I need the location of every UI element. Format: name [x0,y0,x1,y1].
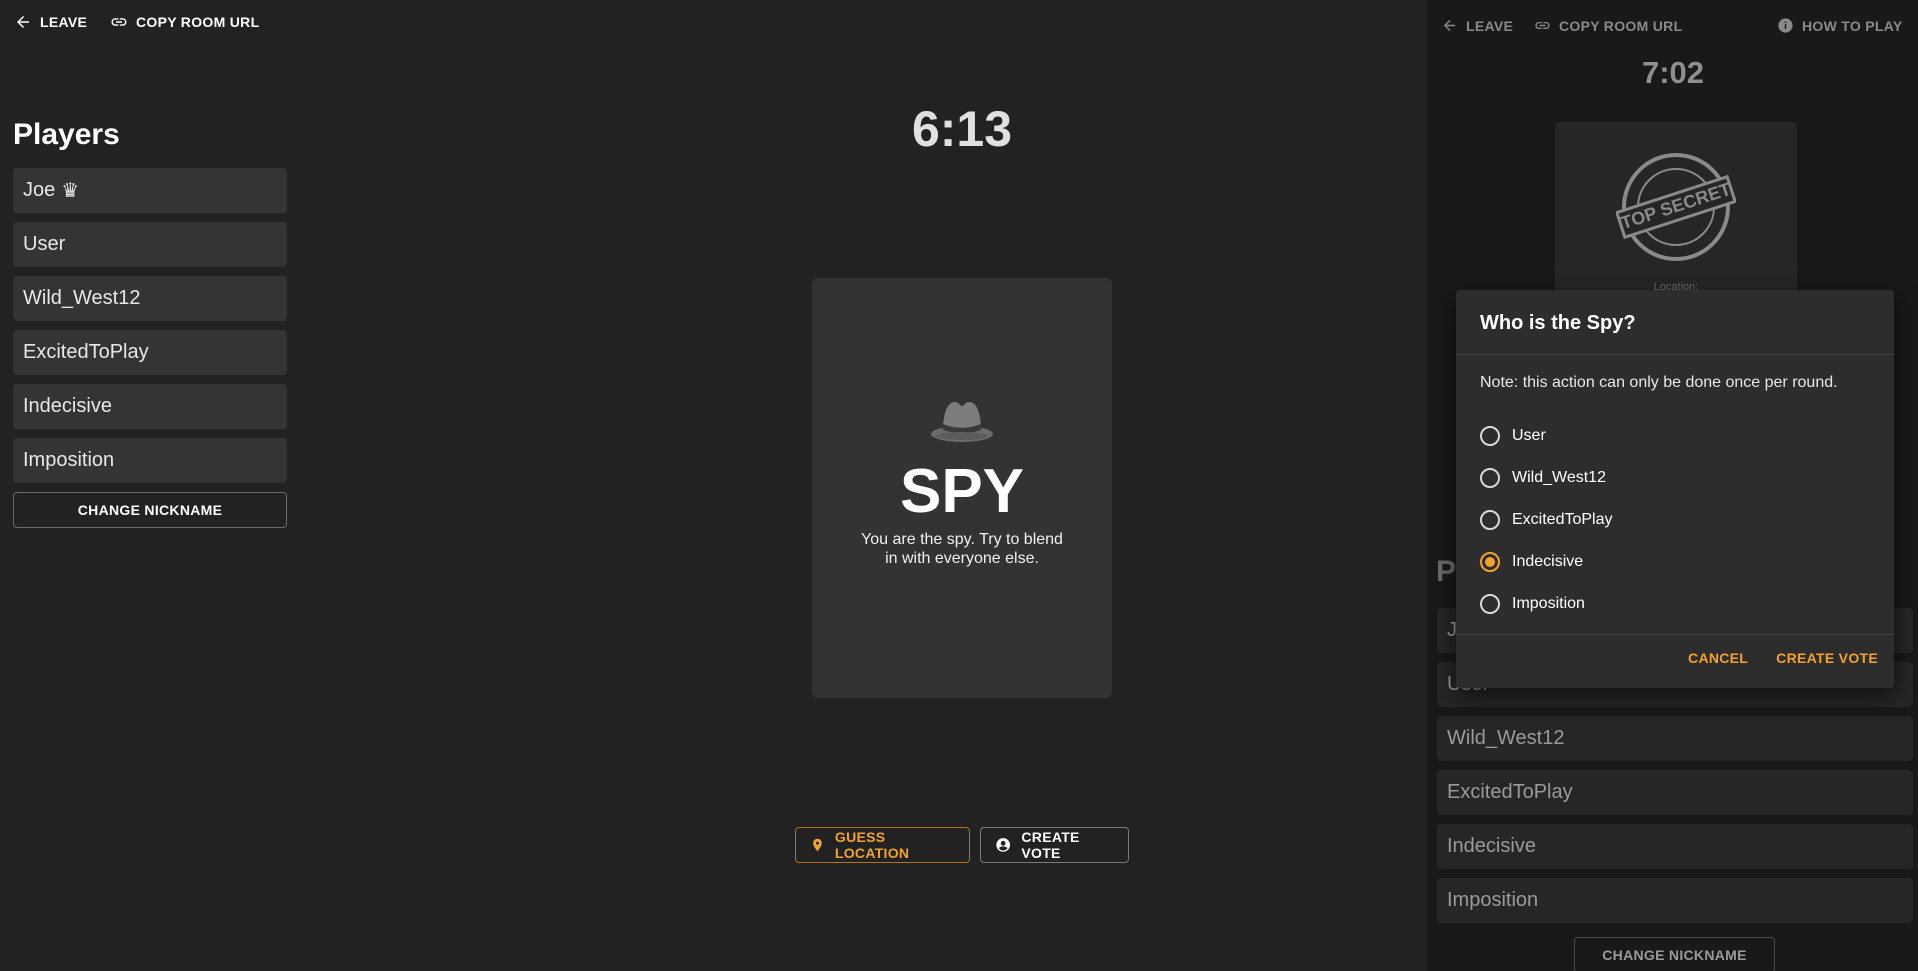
dialog-note: Note: this action can only be done once … [1480,374,1838,391]
rp-leave-button[interactable]: LEAVE [1441,17,1513,34]
radio-button[interactable] [1480,510,1500,530]
vote-option[interactable]: User [1480,415,1613,457]
player-name: Wild_West12 [23,287,141,309]
player-item: Wild_West12 [13,276,287,321]
copy-room-url-label: COPY ROOM URL [136,14,260,30]
rp-copy-room-url-button[interactable]: COPY ROOM URL [1534,17,1682,34]
cancel-button[interactable]: CANCEL [1688,650,1748,666]
copy-room-url-button[interactable]: COPY ROOM URL [110,13,259,31]
dialog-actions: CANCEL CREATE VOTE [1688,650,1878,666]
round-timer: 6:13 [911,101,1013,157]
player-name: ExcitedToPlay [23,341,149,363]
dialog-divider [1456,354,1894,355]
how-to-play-label: HOW TO PLAY [1802,17,1903,34]
vote-option-label: Imposition [1512,595,1585,612]
spy-hat-icon [812,396,1112,444]
vote-option[interactable]: Imposition [1480,583,1613,625]
player-item: Indecisive [13,384,287,429]
dialog-divider [1456,634,1894,635]
arrow-left-icon [17,16,29,28]
rp-change-nickname-button[interactable]: CHANGE NICKNAME [1574,937,1775,971]
rp-player-item: Imposition [1437,878,1913,923]
link-icon [1535,21,1550,30]
vote-option-label: User [1512,427,1546,444]
arrow-left-icon [1443,19,1456,32]
radio-button-selected[interactable] [1480,552,1500,572]
rp-leave-label: LEAVE [1466,17,1514,34]
players-heading: Players [13,118,120,151]
player-name: Imposition [23,449,115,471]
crown-icon: ♛ [61,180,80,202]
role-title: SPY [899,457,1025,526]
player-name: Joe [23,179,56,201]
player-item: ExcitedToPlay [13,330,287,375]
info-icon [1778,18,1793,33]
rp-player-item: Indecisive [1437,824,1913,869]
location-pin-icon [813,838,822,852]
rp-player-item: ExcitedToPlay [1437,770,1913,815]
role-description: You are the spy. Try to blend in with ev… [861,531,1063,567]
role-card: SPY You are the spy. Try to blend in wit… [812,278,1112,698]
vote-option[interactable]: Indecisive [1480,541,1613,583]
rp-player-item: Wild_West12 [1437,716,1913,761]
guess-location-label: GUESS LOCATION [834,829,910,861]
rp-players-heading: P [1436,555,1457,588]
guess-location-button[interactable]: GUESS LOCATION [795,827,970,863]
player-item: Imposition [13,438,287,483]
account-circle-icon [996,838,1011,852]
vote-option[interactable]: Wild_West12 [1480,457,1613,499]
vote-option-label: ExcitedToPlay [1512,511,1613,528]
rp-location-card: TOP SECRET Location: [1555,122,1797,302]
rp-copy-room-url-label: COPY ROOM URL [1559,17,1683,34]
radio-button[interactable] [1480,594,1500,614]
player-item: User [13,222,287,267]
radio-button[interactable] [1480,426,1500,446]
vote-option-label: Indecisive [1512,553,1584,570]
change-nickname-button[interactable]: CHANGE NICKNAME [13,492,287,528]
create-vote-label: CREATE VOTE [1021,829,1080,861]
rp-timer: 7:02 [1641,55,1705,90]
radio-button[interactable] [1480,468,1500,488]
vote-option[interactable]: ExcitedToPlay [1480,499,1613,541]
how-to-play-button[interactable]: HOW TO PLAY [1777,17,1903,34]
vote-dialog: Who is the Spy? Note: this action can on… [1456,290,1894,688]
vote-options: User Wild_West12 ExcitedToPlay Indecisiv… [1480,415,1613,625]
dialog-title: Who is the Spy? [1480,312,1636,334]
vote-option-label: Wild_West12 [1512,469,1606,486]
player-name: Indecisive [23,395,112,417]
leave-button[interactable]: LEAVE [14,13,87,31]
link-icon [111,18,127,26]
create-vote-button[interactable]: CREATE VOTE [980,827,1129,863]
top-secret-stamp-icon: TOP SECRET [1614,152,1738,262]
player-name: User [23,233,66,255]
dialog-create-vote-button[interactable]: CREATE VOTE [1776,650,1878,666]
player-item: Joe ♛ [13,168,287,213]
player-list: Joe ♛ User Wild_West12 ExcitedToPlay Ind… [13,168,287,528]
leave-label: LEAVE [40,14,88,30]
